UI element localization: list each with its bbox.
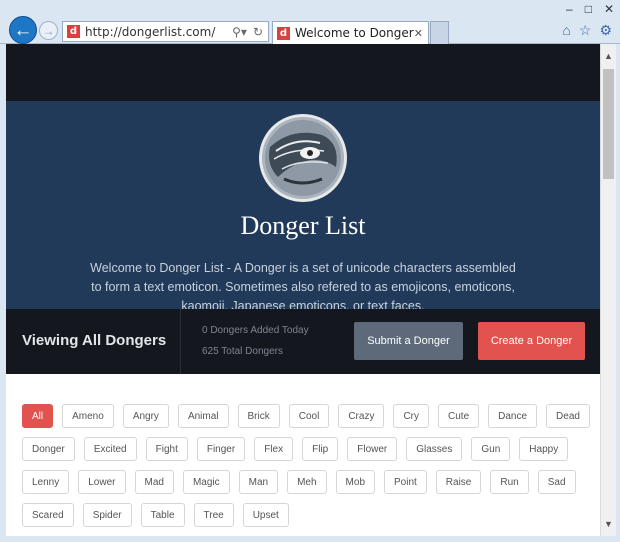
viewing-label: Viewing All Dongers [22, 332, 167, 349]
category-tag[interactable]: Finger [196, 437, 246, 461]
page-viewport: Donger List Welcome to Donger List - A D… [6, 44, 600, 536]
category-tag[interactable]: Ameno [62, 404, 114, 428]
window-controls: – □ ✕ [566, 2, 614, 16]
site-description: Welcome to Donger List - A Donger is a s… [90, 261, 516, 313]
category-tag[interactable]: Table [140, 503, 185, 527]
vertical-scrollbar[interactable]: ▲ ▼ [600, 44, 616, 536]
address-bar[interactable]: d http://dongerlist.com/ ⚲▾ ↻ [62, 21, 269, 42]
category-tag[interactable]: Crazy [338, 404, 385, 428]
tab-favicon: d [277, 26, 290, 40]
stats-divider [180, 309, 181, 374]
stats-bar: Viewing All Dongers 0 Dongers Added Toda… [6, 309, 600, 374]
added-today-count: 0 Dongers Added Today [202, 325, 309, 336]
submit-donger-button[interactable]: Submit a Donger [354, 322, 463, 360]
star-icon[interactable]: ☆ [579, 22, 592, 39]
category-tag[interactable]: Dance [488, 404, 538, 428]
category-tag[interactable]: Fight [145, 437, 188, 461]
category-tag[interactable]: Flower [347, 437, 398, 461]
total-count: 625 Total Dongers [202, 346, 283, 357]
category-row: Donger Excited Fight Finger Flex Flip Fl… [22, 437, 577, 461]
tab-active[interactable]: d Welcome to Donger List -... ✕ [272, 21, 429, 44]
category-tag[interactable]: Meh [287, 470, 327, 494]
category-row: Lenny Lower Mad Magic Man Meh Mob Point … [22, 470, 585, 494]
category-row: Scared Spider Table Tree Upset [22, 503, 298, 527]
category-tag[interactable]: Lower [78, 470, 126, 494]
category-tag[interactable]: Upset [242, 503, 289, 527]
category-tag[interactable]: Magic [182, 470, 230, 494]
gear-icon[interactable]: ⚙ [599, 22, 612, 39]
refresh-icon[interactable]: ↻ [253, 25, 263, 39]
category-tag[interactable]: Lenny [22, 470, 70, 494]
avatar [259, 114, 347, 202]
minimize-button[interactable]: – [566, 2, 573, 16]
category-tag[interactable]: Glasses [406, 437, 463, 461]
scroll-down-icon[interactable]: ▼ [601, 516, 616, 532]
category-tag[interactable]: Man [238, 470, 279, 494]
category-tag[interactable]: Cute [438, 404, 480, 428]
category-tag[interactable]: Mad [134, 470, 174, 494]
scroll-up-icon[interactable]: ▲ [601, 48, 616, 64]
search-icon[interactable]: ⚲▾ [232, 25, 247, 39]
category-tag[interactable]: Angry [122, 404, 169, 428]
category-tag[interactable]: Mob [335, 470, 375, 494]
category-tag[interactable]: Donger [22, 437, 75, 461]
category-row: All Ameno Angry Animal Brick Cool Crazy … [22, 404, 599, 428]
create-donger-button[interactable]: Create a Donger [478, 322, 585, 360]
tab-close-icon[interactable]: ✕ [414, 27, 423, 40]
back-arrow-icon[interactable]: ← [9, 16, 37, 44]
category-tag[interactable]: Happy [519, 437, 569, 461]
tab-title: Welcome to Donger List -... [295, 26, 414, 40]
scrollbar-thumb[interactable] [603, 69, 614, 179]
category-tag[interactable]: Tree [193, 503, 234, 527]
maximize-button[interactable]: □ [585, 2, 592, 16]
category-tag[interactable]: Raise [435, 470, 482, 494]
category-tag[interactable]: Cry [393, 404, 430, 428]
hero-section: Donger List Welcome to Donger List - A D… [6, 101, 600, 313]
browser-toolbar: – □ ✕ ← → d http://dongerlist.com/ ⚲▾ ↻ … [0, 0, 620, 44]
forward-arrow-icon[interactable]: → [39, 21, 58, 40]
window-close-button[interactable]: ✕ [604, 2, 614, 16]
category-tag[interactable]: Flex [254, 437, 294, 461]
category-tag[interactable]: Brick [237, 404, 280, 428]
category-tag[interactable]: Animal [177, 404, 229, 428]
category-tag[interactable]: Gun [471, 437, 511, 461]
category-tag[interactable]: Scared [22, 503, 74, 527]
category-tag-all[interactable]: All [22, 404, 54, 428]
category-tag[interactable]: Cool [288, 404, 330, 428]
page-title: Donger List [240, 211, 366, 240]
category-tag[interactable]: Flip [302, 437, 339, 461]
category-tag[interactable]: Spider [82, 503, 132, 527]
category-tag[interactable]: Run [490, 470, 529, 494]
category-filter: All Ameno Angry Animal Brick Cool Crazy … [6, 374, 600, 536]
category-tag[interactable]: Point [384, 470, 427, 494]
home-icon[interactable]: ⌂ [562, 22, 570, 39]
window-frame-bottom [0, 536, 620, 542]
top-band [6, 44, 600, 101]
url-text[interactable]: http://dongerlist.com/ [85, 25, 232, 39]
new-tab-button[interactable] [430, 21, 449, 44]
window-frame-right [616, 44, 620, 536]
site-favicon: d [67, 25, 80, 38]
category-tag[interactable]: Sad [537, 470, 576, 494]
category-tag[interactable]: Dead [546, 404, 590, 428]
category-tag[interactable]: Excited [83, 437, 137, 461]
